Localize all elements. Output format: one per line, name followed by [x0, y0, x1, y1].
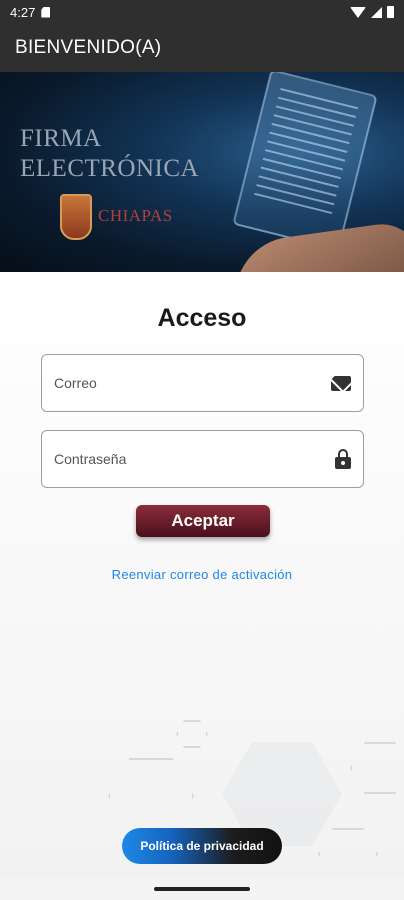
- navigation-bar: [0, 878, 404, 900]
- coat-of-arms-icon: [60, 194, 92, 240]
- status-bar: 4:27: [0, 0, 404, 24]
- hexagon-decoration: [108, 758, 194, 834]
- sd-card-icon: [41, 6, 51, 18]
- resend-activation-link[interactable]: Reenviar correo de activación: [0, 567, 404, 582]
- login-heading: Acceso: [157, 304, 247, 332]
- hexagon-decoration: [318, 828, 378, 878]
- password-input[interactable]: [54, 451, 335, 467]
- banner-org-name: CHIAPAS: [98, 206, 173, 225]
- mail-icon: [331, 375, 351, 391]
- login-panel: Acceso Aceptar Reenviar correo de activa…: [0, 272, 404, 878]
- banner-title-line2: ELECTRÓNICA: [20, 155, 200, 182]
- status-icons: [350, 6, 394, 18]
- email-field[interactable]: [41, 354, 364, 412]
- email-input[interactable]: [54, 375, 331, 391]
- accept-button[interactable]: Aceptar: [136, 505, 270, 537]
- hexagon-decoration: [350, 742, 404, 794]
- tablet-illustration: [232, 72, 378, 251]
- banner-title-line1: FIRMA: [20, 125, 102, 152]
- privacy-policy-button[interactable]: Política de privacidad: [122, 828, 282, 864]
- lock-icon: [335, 449, 351, 469]
- battery-icon: [387, 6, 394, 18]
- banner-image: FIRMA ELECTRÓNICA CHIAPAS: [0, 72, 404, 272]
- status-time: 4:27: [10, 4, 36, 20]
- app-bar: BIENVENIDO(A): [0, 24, 404, 72]
- hexagon-decoration: [176, 720, 208, 748]
- home-gesture-handle[interactable]: [154, 887, 250, 891]
- banner-title: FIRMA ELECTRÓNICA: [20, 124, 199, 184]
- wifi-icon: [350, 6, 366, 18]
- app-bar-title: BIENVENIDO(A): [15, 37, 162, 58]
- password-field[interactable]: [41, 430, 364, 488]
- signal-icon: [371, 6, 382, 18]
